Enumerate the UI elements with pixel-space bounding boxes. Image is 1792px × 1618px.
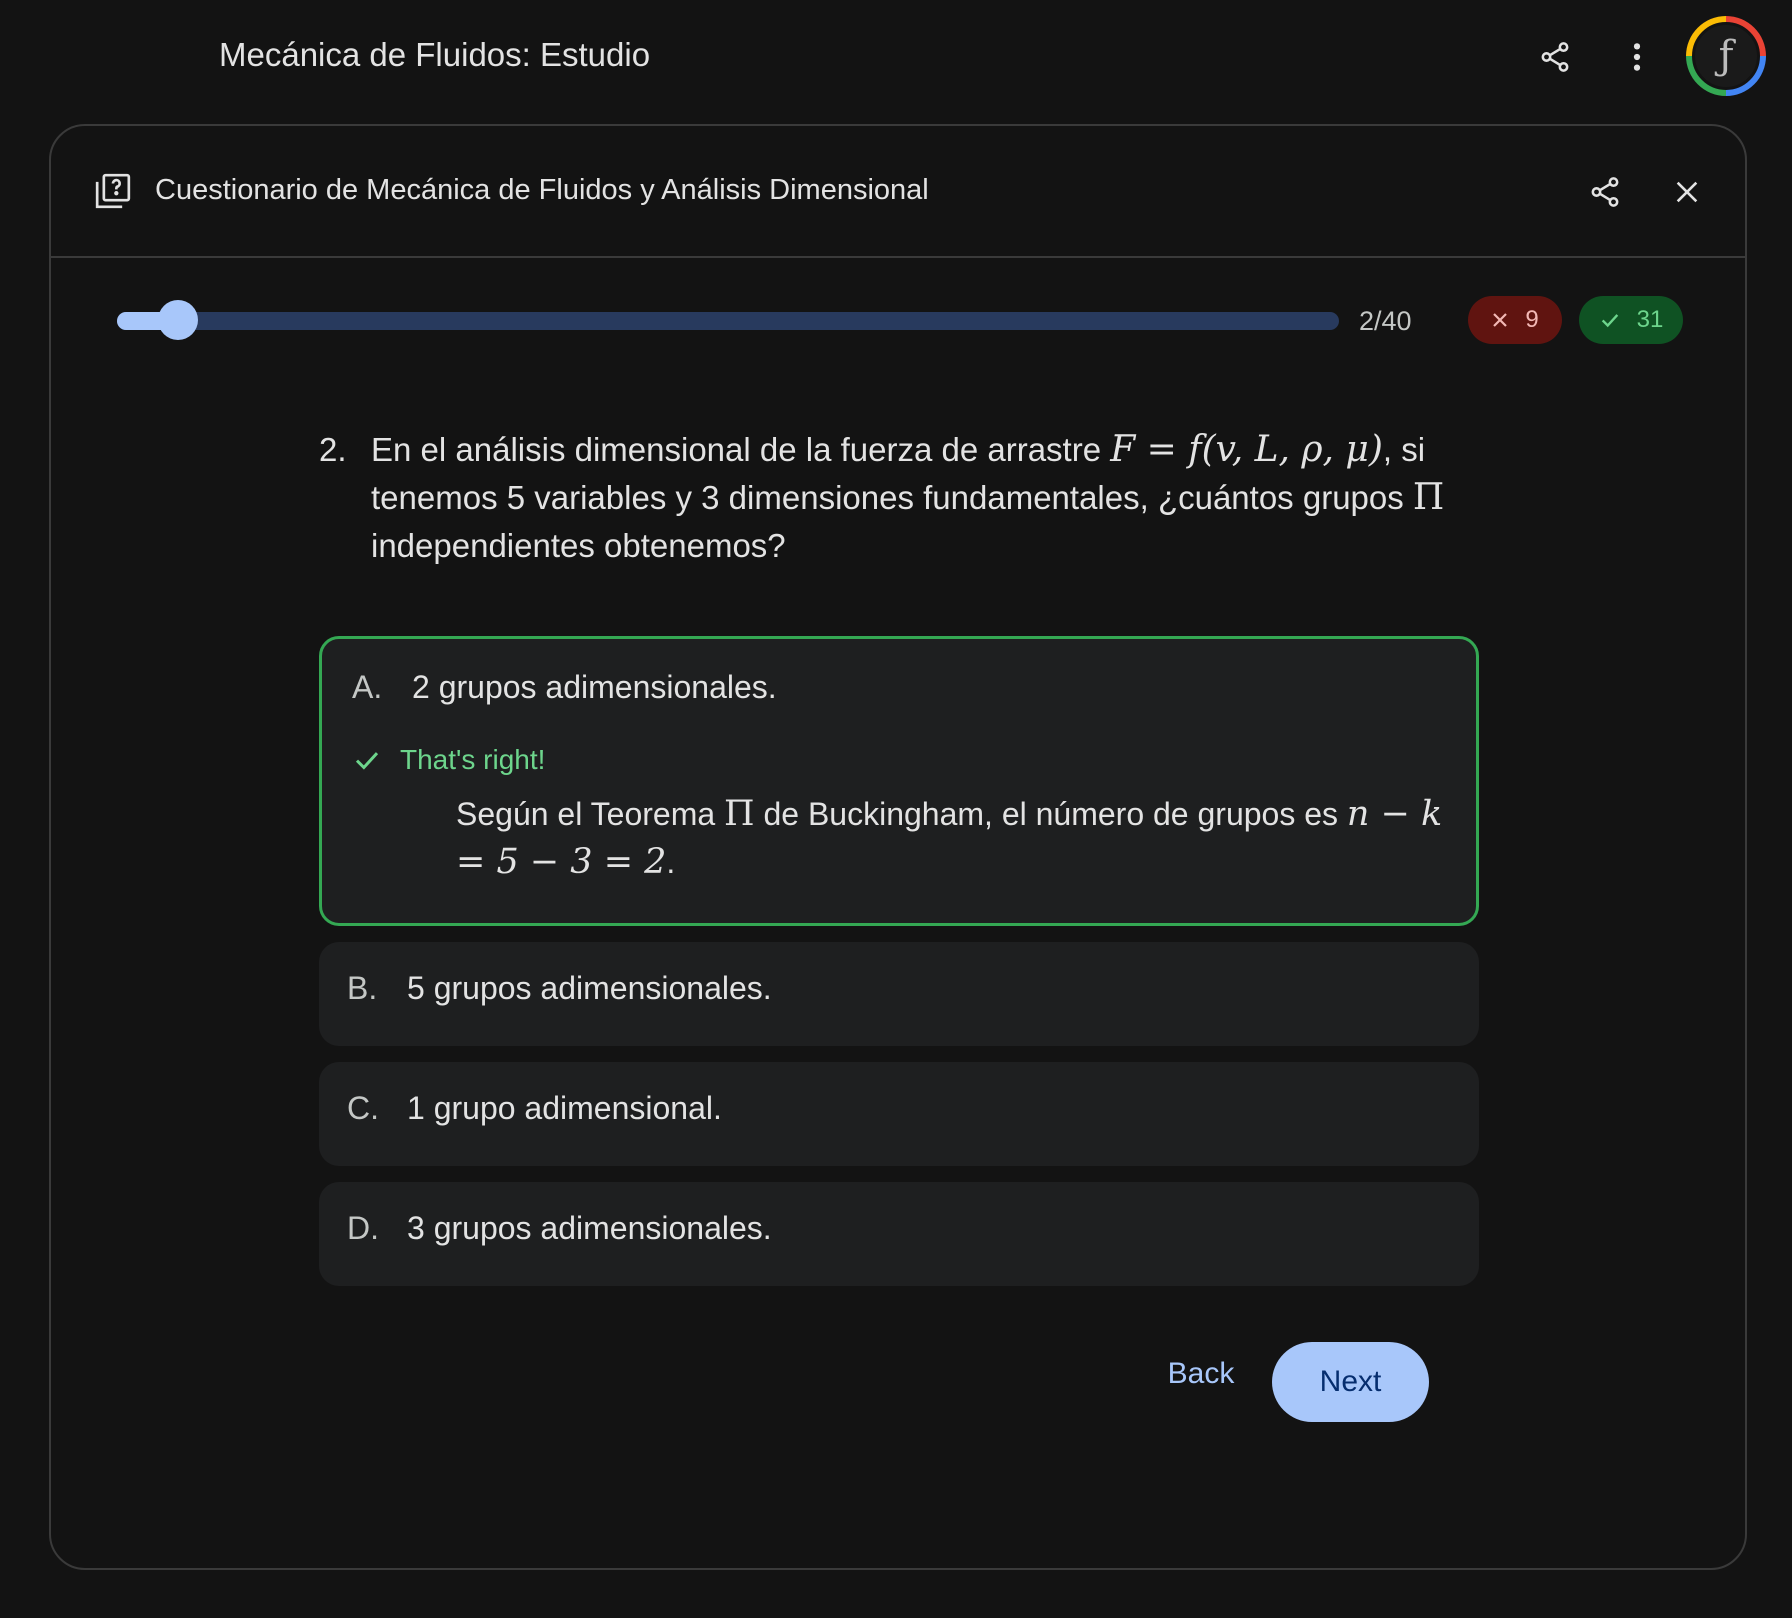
- option-text: 5 grupos adimensionales.: [407, 970, 772, 1006]
- next-button[interactable]: Next: [1272, 1342, 1429, 1422]
- wrong-count: 9: [1525, 306, 1539, 333]
- progress-slider[interactable]: [117, 300, 1339, 340]
- option-b[interactable]: B. 5 grupos adimensionales.: [319, 942, 1479, 1046]
- explanation-middle: de Buckingham, el número de grupos es: [754, 796, 1347, 832]
- feedback-text: That's right!: [400, 744, 546, 775]
- quiz-title: Cuestionario de Mecánica de Fluidos y An…: [155, 174, 929, 206]
- question-text: En el análisis dimensional de la fuerza …: [371, 426, 1539, 570]
- progress-count: 2/40: [1359, 306, 1412, 336]
- panel-header: Cuestionario de Mecánica de Fluidos y An…: [51, 126, 1745, 258]
- question-equation: F = f(v, L, ρ, μ): [1110, 429, 1383, 470]
- more-options-button[interactable]: [1610, 30, 1664, 84]
- option-d[interactable]: D. 3 grupos adimensionales.: [319, 1182, 1479, 1286]
- progress-thumb[interactable]: [158, 300, 199, 340]
- option-a[interactable]: A. 2 grupos adimensionales. That's right…: [319, 636, 1479, 926]
- explanation-before: Según el Teorema: [456, 796, 725, 832]
- explanation: Según el Teorema Π de Buckingham, el núm…: [456, 790, 1456, 886]
- share-icon: [1541, 42, 1569, 72]
- check-icon: [355, 752, 379, 770]
- share-quiz-button[interactable]: [1577, 164, 1633, 220]
- right-count: 31: [1636, 306, 1664, 333]
- option-b-row: B. 5 grupos adimensionales.: [347, 970, 1479, 1007]
- option-c[interactable]: C. 1 grupo adimensional.: [319, 1062, 1479, 1166]
- option-letter: C.: [347, 1090, 379, 1126]
- explanation-end: .: [666, 844, 676, 880]
- top-bar: Mecánica de Fluidos: Estudio ƒ: [0, 0, 1792, 112]
- question-pi-symbol: Π: [1412, 477, 1445, 518]
- avatar-letter: ƒ: [1718, 33, 1734, 79]
- explanation-pi-symbol: Π: [724, 794, 755, 834]
- question-number: 2.: [319, 431, 347, 468]
- option-text: 3 grupos adimensionales.: [407, 1210, 772, 1246]
- question-text-after: independientes obtenemos?: [371, 527, 786, 564]
- correct-feedback: That's right!: [352, 744, 1476, 776]
- more-vert-icon: [1633, 43, 1641, 71]
- option-a-row: A. 2 grupos adimensionales.: [352, 669, 1476, 706]
- close-icon: [1493, 313, 1508, 327]
- close-button[interactable]: [1659, 164, 1715, 220]
- quiz-panel: Cuestionario de Mecánica de Fluidos y An…: [49, 124, 1747, 1570]
- option-c-row: C. 1 grupo adimensional.: [347, 1090, 1479, 1127]
- quiz-icon: [95, 173, 131, 209]
- option-text: 2 grupos adimensionales.: [412, 669, 777, 705]
- option-letter: A.: [352, 669, 383, 705]
- option-letter: D.: [347, 1210, 379, 1246]
- right-count-badge[interactable]: 31: [1579, 296, 1683, 344]
- option-d-row: D. 3 grupos adimensionales.: [347, 1210, 1479, 1247]
- avatar[interactable]: ƒ: [1686, 16, 1766, 96]
- close-icon: [1676, 181, 1698, 203]
- question: 2. En el análisis dimensional de la fuer…: [319, 426, 1539, 570]
- check-icon: [1601, 314, 1618, 328]
- back-button[interactable]: Back: [1146, 1334, 1256, 1414]
- wrong-count-badge[interactable]: 9: [1468, 296, 1562, 344]
- avatar-inner: ƒ: [1692, 22, 1760, 90]
- share-button[interactable]: [1528, 30, 1582, 84]
- option-text: 1 grupo adimensional.: [407, 1090, 722, 1126]
- option-letter: B.: [347, 970, 378, 1006]
- app-title: Mecánica de Fluidos: Estudio: [219, 36, 651, 73]
- question-text-before: En el análisis dimensional de la fuerza …: [371, 431, 1111, 468]
- share-icon: [1591, 177, 1619, 207]
